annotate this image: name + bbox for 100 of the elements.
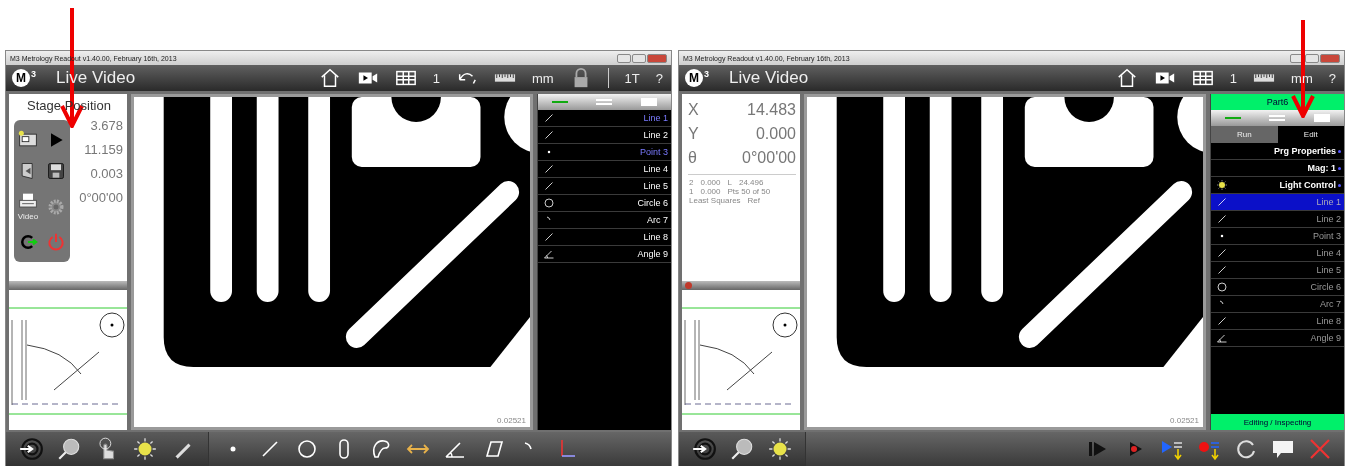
line-icon (543, 231, 555, 243)
feature-label: Arc 7 (1320, 299, 1341, 309)
refresh-icon[interactable] (1234, 437, 1258, 461)
feature-label: Circle 6 (1310, 282, 1341, 292)
feature-label: Line 5 (1316, 265, 1341, 275)
feature-row[interactable]: Line 8 (1211, 313, 1344, 330)
detail-text: L (727, 178, 732, 187)
header-text[interactable]: 1 (432, 70, 440, 86)
feature-label: Line 2 (643, 130, 668, 140)
feature-row[interactable]: Arc 7 (538, 212, 671, 229)
axis-value: 0.003 (90, 165, 123, 181)
detail-text: 0.000 (700, 178, 721, 187)
line-icon (543, 180, 555, 192)
feature-label: Line 1 (643, 113, 668, 123)
header-text[interactable]: ? (655, 70, 663, 86)
sun-icon[interactable] (132, 436, 158, 462)
marker-dot (1338, 166, 1341, 170)
feature-label: Prg Properties (1273, 146, 1336, 156)
detail-text: Least Squares (689, 196, 741, 205)
circle-icon[interactable] (295, 437, 319, 461)
feature-row[interactable]: Line 4 (538, 161, 671, 178)
maximize-button[interactable] (1305, 53, 1319, 63)
detail-text: 1 (689, 187, 694, 196)
view-title: Live Video (729, 68, 809, 88)
minimize-button[interactable] (617, 53, 631, 63)
feature-row[interactable]: Circle 6 (538, 195, 671, 212)
feature-label: Line 2 (1316, 214, 1341, 224)
feature-label: Arc 7 (647, 215, 668, 225)
feature-label: Circle 6 (637, 198, 668, 208)
detail-text: Pts 50 of 50 (727, 187, 771, 196)
feature-row[interactable]: Line 4 (1211, 245, 1344, 262)
sun-icon (1216, 179, 1228, 191)
minimize-button[interactable] (1290, 53, 1304, 63)
target-icon[interactable] (691, 436, 717, 462)
feature-row[interactable]: Line 1 (1211, 194, 1344, 211)
feature-row[interactable]: Prg Properties (1211, 143, 1344, 160)
feature-row[interactable]: Angle 9 (1211, 330, 1344, 347)
sun-icon[interactable] (767, 436, 793, 462)
axis-label: θ (688, 149, 697, 167)
scale-text: 0.02521 (497, 416, 526, 425)
feature-row[interactable]: Line 2 (538, 127, 671, 144)
magnifier-icon[interactable] (729, 436, 755, 462)
marker-dot (1338, 183, 1341, 187)
detail-text: 0.000 (700, 187, 721, 196)
logo-letter: M (685, 69, 703, 87)
feature-row[interactable]: Mag: 1 (1211, 160, 1344, 177)
close-button[interactable] (1320, 53, 1340, 63)
house-icon[interactable] (318, 67, 341, 89)
menu-label: Video (17, 212, 39, 222)
logo-superscript: 3 (31, 69, 36, 79)
feature-label: Mag: 1 (1307, 163, 1336, 173)
magnifier-icon[interactable] (56, 436, 82, 462)
feature-label: Line 4 (1316, 248, 1341, 258)
axis-value: 0°00'00 (79, 189, 123, 205)
marker-dot (1338, 149, 1341, 153)
angle-icon (543, 248, 555, 260)
feature-row[interactable]: Point 3 (538, 144, 671, 161)
feature-row[interactable]: Line 8 (538, 229, 671, 246)
close-icon[interactable] (1308, 437, 1332, 461)
line-icon (1216, 213, 1228, 225)
line-icon (543, 112, 555, 124)
feature-label: Light Control (1279, 180, 1336, 190)
feature-label: Line 1 (1316, 197, 1341, 207)
header-text[interactable]: 1T (624, 70, 640, 86)
feature-label: Line 8 (1316, 316, 1341, 326)
feature-label: Line 4 (643, 164, 668, 174)
status-text: Editing / Inspecting (1211, 414, 1344, 430)
feature-row[interactable]: Point 3 (1211, 228, 1344, 245)
feature-row[interactable]: Line 1 (538, 110, 671, 127)
target-icon[interactable] (18, 436, 44, 462)
feature-label: Line 8 (643, 232, 668, 242)
mode-tab[interactable]: Run (1211, 126, 1278, 143)
detail-text: 24.496 (738, 178, 764, 187)
line-icon (1216, 264, 1228, 276)
feature-row[interactable]: Arc 7 (1211, 296, 1344, 313)
header-text[interactable]: mm (531, 70, 554, 86)
feature-row[interactable]: Line 5 (538, 178, 671, 195)
angle-icon (1216, 332, 1228, 344)
axis-value: 11.159 (84, 141, 123, 157)
scale-text: 0.02521 (1170, 416, 1199, 425)
feature-row[interactable]: Line 5 (1211, 262, 1344, 279)
circle-icon (1216, 281, 1228, 293)
line-icon (1216, 196, 1228, 208)
part-name: Part6 (1211, 94, 1344, 110)
axis-value: 0.000 (755, 125, 796, 143)
close-button[interactable] (647, 53, 667, 63)
feature-row[interactable]: Angle 9 (538, 246, 671, 263)
header-text[interactable]: ? (1328, 70, 1336, 86)
detail-text: 2 (689, 178, 694, 187)
logo-superscript: 3 (704, 69, 709, 79)
feature-row[interactable]: Line 2 (1211, 211, 1344, 228)
detail-text: Ref (747, 196, 761, 205)
maximize-button[interactable] (632, 53, 646, 63)
feature-row[interactable]: Circle 6 (1211, 279, 1344, 296)
header-text[interactable]: 1 (1229, 70, 1238, 86)
logo-letter: M (12, 69, 30, 87)
house-icon[interactable] (1115, 67, 1138, 89)
line-icon (543, 129, 555, 141)
feature-label: Point 3 (1312, 231, 1341, 241)
feature-label: Angle 9 (637, 249, 668, 259)
